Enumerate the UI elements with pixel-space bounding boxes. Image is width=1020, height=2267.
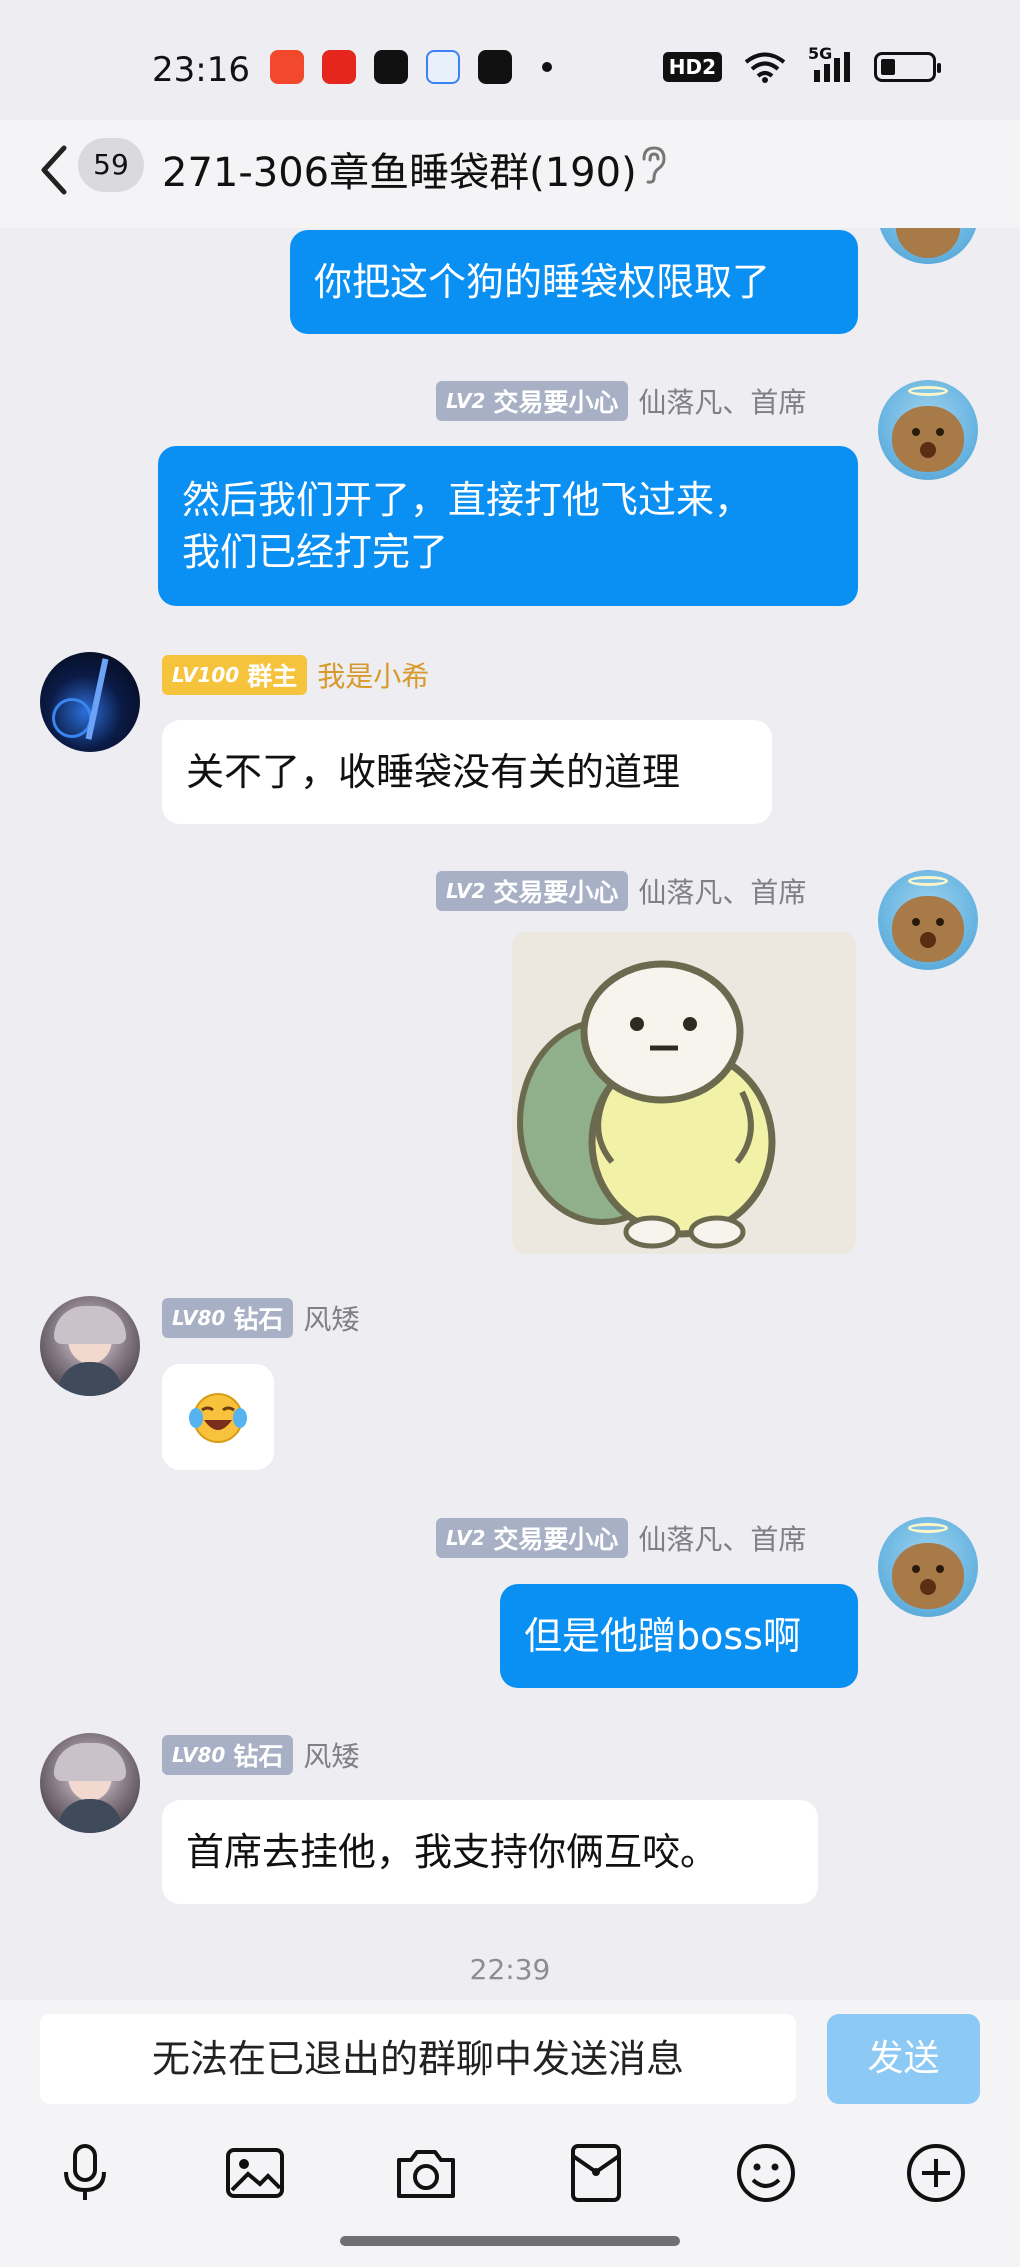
- sender-name[interactable]: 仙落凡、首席: [638, 381, 806, 421]
- plus-icon[interactable]: [903, 2140, 969, 2206]
- member-title-badge: LV80 钻石: [162, 1735, 294, 1775]
- sender-meta: LV100 群主 我是小希: [162, 655, 429, 695]
- status-bar: 23:16 HD2 5G: [0, 0, 1020, 130]
- camera-icon[interactable]: [393, 2140, 459, 2206]
- message-bubble[interactable]: 关不了，收睡袋没有关的道理: [162, 720, 772, 824]
- group-title[interactable]: 271-306章鱼睡袋群(190): [162, 140, 637, 198]
- message-timestamp: 22:39: [469, 1953, 551, 1986]
- sender-name[interactable]: 风矮: [303, 1298, 359, 1338]
- member-title-badge: LV2 交易要小心: [436, 871, 629, 911]
- tiktok-app-icon: [478, 50, 512, 84]
- sender-avatar[interactable]: [878, 1517, 978, 1617]
- turtle-sticker-image[interactable]: [512, 932, 856, 1254]
- sender-avatar[interactable]: [40, 1733, 140, 1833]
- notification-icons: [270, 50, 552, 84]
- status-time: 23:16: [152, 50, 250, 90]
- image-icon[interactable]: [222, 2140, 288, 2206]
- sender-avatar[interactable]: [40, 1296, 140, 1396]
- sender-avatar[interactable]: [878, 870, 978, 970]
- sender-name[interactable]: 风矮: [303, 1735, 359, 1775]
- message-bubble[interactable]: 首席去挂他，我支持你俩互咬。: [162, 1800, 818, 1904]
- sender-meta: LV2 交易要小心 仙落凡、首席: [436, 871, 806, 911]
- search-app-icon: [426, 50, 460, 84]
- sender-name[interactable]: 我是小希: [317, 655, 429, 695]
- member-title-badge: LV2 交易要小心: [436, 381, 629, 421]
- sender-name[interactable]: 仙落凡、首席: [638, 1518, 806, 1558]
- system-indicators: HD2 5G: [662, 44, 941, 84]
- sender-avatar[interactable]: [878, 380, 978, 480]
- cellular-signal-icon: 5G: [808, 44, 852, 84]
- wifi-icon: [744, 52, 786, 83]
- message-input[interactable]: 无法在已退出的群聊中发送消息: [40, 2014, 796, 2104]
- member-title-badge: LV2 交易要小心: [436, 1518, 629, 1558]
- sender-meta: LV2 交易要小心 仙落凡、首席: [436, 1518, 806, 1558]
- tiktok-app-icon: [374, 50, 408, 84]
- red-packet-icon[interactable]: [563, 2140, 629, 2206]
- sender-avatar[interactable]: [40, 652, 140, 752]
- sender-name[interactable]: 仙落凡、首席: [638, 871, 806, 911]
- message-bubble[interactable]: 你把这个狗的睡袋权限取了: [290, 230, 858, 334]
- battery-icon: [874, 52, 941, 82]
- red-envelope-app-icon: [322, 50, 356, 84]
- member-title-badge: LV80 钻石: [162, 1298, 294, 1338]
- chat-screen: 23:16 HD2 5G 59 271-306章鱼睡袋群(190) 你把这个狗的…: [0, 0, 1020, 2267]
- back-arrow-icon[interactable]: [34, 140, 74, 200]
- home-indicator[interactable]: [340, 2236, 680, 2246]
- ear-icon[interactable]: [638, 145, 668, 185]
- sender-meta: LV80 钻石 风矮: [162, 1298, 359, 1338]
- video-app-icon: [270, 50, 304, 84]
- message-bubble[interactable]: 但是他蹭boss啊: [500, 1584, 858, 1688]
- send-button[interactable]: 发送: [827, 2014, 980, 2104]
- sender-meta: LV2 交易要小心 仙落凡、首席: [436, 381, 806, 421]
- emoji-icon[interactable]: [733, 2140, 799, 2206]
- more-notifications-dot: [542, 62, 552, 72]
- message-bubble[interactable]: 然后我们开了，直接打他飞过来， 我们已经打完了: [158, 446, 858, 606]
- unread-count-badge[interactable]: 59: [78, 138, 144, 192]
- hd-voice-icon: HD2: [662, 52, 722, 82]
- owner-badge: LV100 群主: [162, 655, 308, 695]
- mic-icon[interactable]: [52, 2140, 118, 2206]
- sender-meta: LV80 钻石 风矮: [162, 1735, 359, 1775]
- tears-of-joy-emoji-icon: [189, 1393, 247, 1443]
